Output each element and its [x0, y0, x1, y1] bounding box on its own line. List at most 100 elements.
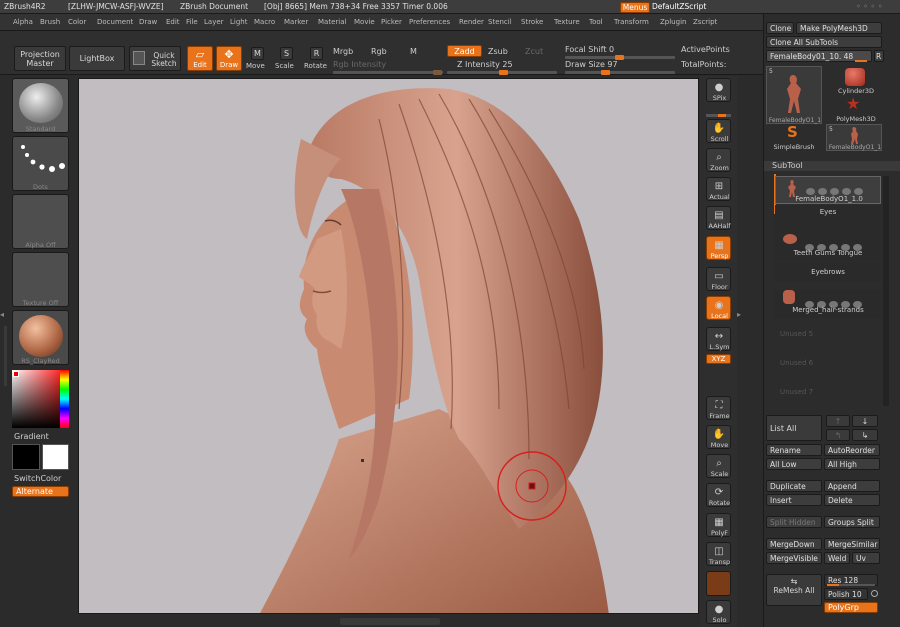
autoreorder-button[interactable]: AutoReorder [824, 444, 880, 456]
local-button[interactable]: ◉ Local [706, 296, 731, 320]
menu-light[interactable]: Light [230, 18, 247, 26]
floor-button[interactable]: ▭ Floor [706, 267, 731, 291]
subtool-toggles[interactable] [806, 180, 880, 195]
z-intensity-track[interactable] [447, 70, 557, 75]
draw-button[interactable]: ✥ Draw [216, 46, 242, 71]
z-intensity-slider[interactable]: Z Intensity 25 [457, 60, 513, 70]
spix-slider[interactable] [706, 114, 731, 117]
move-button[interactable]: M Move [246, 46, 268, 71]
zadd-toggle[interactable]: Zadd [447, 45, 482, 57]
scroll-button[interactable]: ✋ Scroll [706, 119, 731, 143]
default-zscript-button[interactable]: DefaultZScript [652, 2, 706, 11]
clone-all-subtools-button[interactable]: Clone All SubTools [766, 36, 882, 48]
menu-stencil[interactable]: Stencil [488, 18, 512, 26]
clone-button[interactable]: Clone [766, 22, 794, 34]
z-intensity-knob[interactable] [499, 70, 508, 75]
edit-button[interactable]: ▱ Edit [187, 46, 213, 71]
list-all-button[interactable]: List All [766, 415, 822, 441]
menu-movie[interactable]: Movie [354, 18, 375, 26]
polygrp-toggle[interactable]: PolyGrp [824, 602, 878, 613]
menu-macro[interactable]: Macro [254, 18, 275, 26]
gizmo-swatch-icon[interactable] [706, 571, 731, 596]
solo-button[interactable]: ● Solo [706, 600, 731, 624]
uv-button[interactable]: Uv [852, 552, 880, 564]
menu-zscript[interactable]: Zscript [693, 18, 717, 26]
subtool-row-eyebrows[interactable]: Eyebrows [775, 262, 881, 282]
hue-strip[interactable] [60, 370, 69, 428]
tool-thumb-femalebody-2[interactable]: 5 FemaleBodyO1_1 [826, 124, 882, 151]
tool-thumb-polymesh[interactable]: ★ PolyMesh3D [828, 95, 884, 124]
rgb-toggle[interactable]: Rgb [371, 47, 387, 57]
gradient-toggle[interactable]: Gradient [14, 432, 49, 442]
menu-file[interactable]: File [186, 18, 198, 26]
append-button[interactable]: Append [824, 480, 880, 492]
projection-master-button[interactable]: Projection Master [14, 46, 66, 71]
mergesimilar-button[interactable]: MergeSimilar [824, 538, 880, 550]
texture-selector[interactable]: Texture Off [12, 252, 69, 307]
res-slider[interactable]: Res 128 [824, 574, 878, 586]
move-up-button-icon[interactable]: ↓ [852, 415, 878, 427]
stroke-selector[interactable]: Dots [12, 136, 69, 191]
all-low-button[interactable]: All Low [766, 458, 822, 470]
subtool-toggles[interactable] [805, 236, 879, 251]
menu-alpha[interactable]: Alpha [13, 18, 33, 26]
groups-split-button[interactable]: Groups Split [824, 516, 880, 528]
zoom-button[interactable]: ⌕ Zoom [706, 148, 731, 172]
subtool-empty-slot[interactable]: Unused 6 [780, 358, 813, 368]
secondary-color-swatch[interactable] [42, 444, 69, 470]
mrgb-toggle[interactable]: Mrgb [333, 47, 353, 57]
spix-button[interactable]: ● SPix [706, 78, 731, 102]
document-canvas[interactable] [78, 78, 699, 614]
zcut-toggle[interactable]: Zcut [525, 47, 543, 57]
brush-selector[interactable]: Standard [12, 78, 69, 133]
duplicate-button[interactable]: Duplicate [766, 480, 822, 492]
rgb-intensity-track[interactable] [333, 70, 443, 75]
aahalf-button[interactable]: ▤ AAHalf [706, 206, 731, 230]
draw-size-slider[interactable]: Draw Size 97 [565, 60, 618, 70]
alternate-toggle[interactable]: Alternate [12, 486, 69, 497]
tool-thumb-cylinder[interactable]: Cylinder3D [828, 66, 884, 95]
rgb-intensity-knob[interactable] [433, 70, 442, 75]
active-tool-slider[interactable]: FemaleBody01_10. 48 [766, 50, 872, 62]
transp-button[interactable]: ◫ Transp [706, 542, 731, 566]
xyz-symmetry-toggle[interactable]: XYZ [706, 354, 731, 364]
scale-button[interactable]: ⌕ Scale [706, 454, 731, 478]
menu-draw[interactable]: Draw [139, 18, 157, 26]
menus-button[interactable]: Menus [620, 2, 650, 13]
focal-shift-track[interactable] [565, 55, 675, 60]
persp-button[interactable]: ▦ Persp [706, 236, 731, 260]
mergevisible-button[interactable]: MergeVisible [766, 552, 822, 564]
draw-size-knob[interactable] [601, 70, 610, 75]
weld-button[interactable]: Weld [824, 552, 850, 564]
menu-edit[interactable]: Edit [166, 18, 180, 26]
menu-color[interactable]: Color [68, 18, 86, 26]
alpha-selector[interactable]: Alpha Off [12, 194, 69, 249]
focal-shift-slider[interactable]: Focal Shift 0 [565, 45, 614, 55]
left-tray-divider[interactable] [4, 326, 7, 386]
menu-material[interactable]: Material [318, 18, 346, 26]
spix-slider-knob[interactable] [718, 114, 726, 117]
quick-sketch-button[interactable]: Quick Sketch [129, 46, 181, 71]
tool-thumb-simplebrush[interactable]: S SimpleBrush [766, 124, 822, 151]
actual-button[interactable]: ⊞ Actual [706, 177, 731, 201]
menu-texture[interactable]: Texture [554, 18, 580, 26]
subtool-empty-slot[interactable]: Unused 5 [780, 329, 813, 339]
rename-button[interactable]: Rename [766, 444, 822, 456]
remesh-all-button[interactable]: ⇆ ReMesh All [766, 574, 822, 606]
canvas-scrollbar[interactable] [340, 618, 440, 625]
lsym-button[interactable]: ↔ L.Sym [706, 327, 731, 351]
scale-button[interactable]: S Scale [275, 46, 297, 71]
rgb-intensity-slider[interactable]: Rgb Intensity [333, 60, 386, 70]
draw-size-track[interactable] [565, 70, 675, 75]
menu-layer[interactable]: Layer [204, 18, 224, 26]
mergedown-button[interactable]: MergeDown [766, 538, 822, 550]
left-collapse-arrow-icon[interactable]: ◂ [0, 310, 6, 324]
menu-transform[interactable]: Transform [614, 18, 649, 26]
subtool-empty-slot[interactable]: Unused 7 [780, 387, 813, 397]
menu-tool[interactable]: Tool [589, 18, 603, 26]
zsub-toggle[interactable]: Zsub [488, 47, 508, 57]
m-toggle[interactable]: M [410, 47, 417, 57]
menu-stroke[interactable]: Stroke [521, 18, 543, 26]
menu-brush[interactable]: Brush [40, 18, 60, 26]
frame-button[interactable]: ⛶ Frame [706, 396, 731, 420]
